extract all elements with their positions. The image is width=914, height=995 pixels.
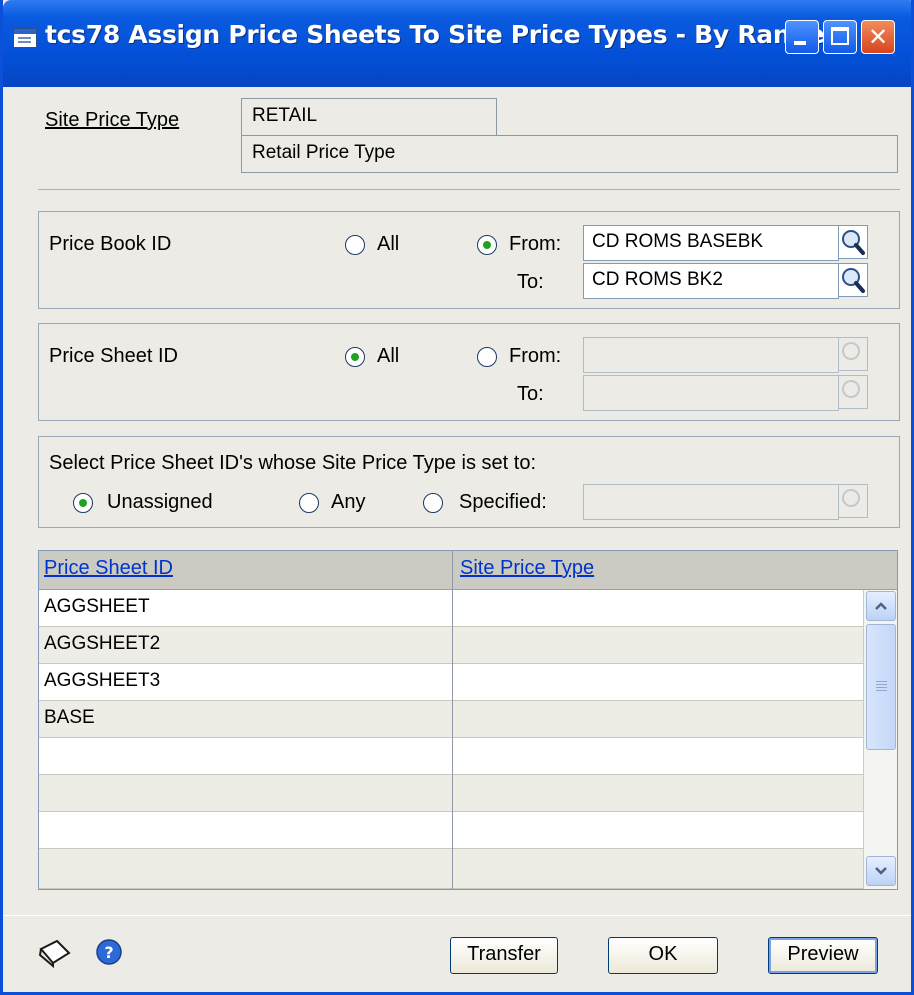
transfer-button[interactable]: Transfer: [450, 937, 558, 974]
site-price-type-link[interactable]: Site Price Type: [45, 109, 179, 132]
note-paper-icon: [38, 939, 71, 969]
table-row[interactable]: AGGSHEET2: [39, 627, 863, 664]
lookup-magnifier-icon: [842, 342, 860, 360]
title-bar[interactable]: tcs78 Assign Price Sheets To Site Price …: [3, 0, 911, 87]
table-row[interactable]: [39, 849, 863, 889]
scroll-down-button[interactable]: [866, 856, 896, 886]
filter-prompt: Select Price Sheet ID's whose Site Price…: [49, 452, 537, 474]
table-row[interactable]: BASE: [39, 701, 863, 738]
filter-unassigned-radio[interactable]: [73, 493, 93, 513]
chevron-up-icon: [875, 602, 887, 610]
price-book-to-label: To:: [517, 271, 544, 293]
price-sheet-label: Price Sheet ID: [49, 345, 178, 367]
grid-header: Price Sheet ID Site Price Type: [39, 551, 897, 590]
minimize-button[interactable]: [785, 20, 819, 54]
lookup-magnifier-icon: [842, 489, 860, 507]
maximize-button[interactable]: [823, 20, 857, 54]
note-icon[interactable]: [35, 935, 75, 969]
cell-price-sheet-id: AGGSHEET: [44, 596, 150, 617]
section-divider: [38, 189, 900, 190]
table-row[interactable]: [39, 812, 863, 849]
price-sheet-to-label: To:: [517, 383, 544, 405]
price-book-from-lookup-button[interactable]: [838, 225, 868, 259]
maximize-icon: [831, 27, 849, 45]
price-book-all-label: All: [377, 233, 400, 255]
price-sheet-to-input[interactable]: [583, 375, 839, 411]
scroll-thumb[interactable]: [866, 624, 896, 750]
price-book-to-lookup-button[interactable]: [838, 263, 868, 297]
price-sheet-grid: Price Sheet ID Site Price Type AGGSHEET …: [38, 550, 898, 890]
price-book-to-input[interactable]: CD ROMS BK2: [583, 263, 839, 299]
cell-price-sheet-id: BASE: [44, 707, 95, 728]
price-book-from-radio[interactable]: [477, 235, 497, 255]
close-icon: ✕: [867, 23, 889, 51]
filter-specified-radio[interactable]: [423, 493, 443, 513]
price-sheet-all-radio[interactable]: [345, 347, 365, 367]
filter-specified-input[interactable]: [583, 484, 839, 520]
price-sheet-to-lookup-button[interactable]: [838, 375, 868, 409]
price-sheet-from-radio[interactable]: [477, 347, 497, 367]
price-sheet-from-input[interactable]: [583, 337, 839, 373]
preview-button[interactable]: Preview: [768, 937, 878, 974]
lookup-magnifier-icon: [842, 380, 860, 398]
site-price-type-value: RETAIL: [241, 98, 497, 136]
price-sheet-from-lookup-button[interactable]: [838, 337, 868, 371]
filter-any-label: Any: [331, 491, 366, 513]
price-book-label: Price Book ID: [49, 233, 172, 255]
filter-unassigned-label: Unassigned: [107, 491, 213, 513]
grid-vertical-scrollbar[interactable]: [863, 590, 897, 889]
window-title: tcs78 Assign Price Sheets To Site Price …: [45, 20, 825, 49]
site-price-type-description: Retail Price Type: [241, 135, 898, 173]
scroll-up-button[interactable]: [866, 591, 896, 621]
column-header-site-price-type[interactable]: Site Price Type: [460, 557, 594, 580]
price-book-from-label: From:: [509, 233, 562, 255]
filter-specified-lookup-button[interactable]: [838, 484, 868, 518]
scroll-grip-icon: [876, 681, 887, 682]
price-book-from-input[interactable]: CD ROMS BASEBK: [583, 225, 839, 261]
price-sheet-from-label: From:: [509, 345, 562, 367]
lookup-magnifier-icon: [842, 230, 865, 255]
dialog-content: Site Price Type RETAIL Retail Price Type…: [3, 87, 911, 992]
column-divider: [452, 551, 453, 889]
help-question-icon: ?: [96, 939, 122, 965]
close-button[interactable]: ✕: [861, 20, 895, 54]
cell-price-sheet-id: AGGSHEET2: [44, 633, 161, 654]
cell-price-sheet-id: AGGSHEET3: [44, 670, 161, 691]
table-row[interactable]: AGGSHEET3: [39, 664, 863, 701]
svg-text:?: ?: [104, 943, 113, 962]
dialog-window: tcs78 Assign Price Sheets To Site Price …: [0, 0, 914, 995]
column-header-price-sheet-id[interactable]: Price Sheet ID: [44, 557, 173, 580]
table-row[interactable]: [39, 738, 863, 775]
window-icon: [13, 28, 37, 48]
chevron-down-icon: [875, 867, 887, 875]
price-sheet-all-label: All: [377, 345, 400, 367]
filter-any-radio[interactable]: [299, 493, 319, 513]
price-book-all-radio[interactable]: [345, 235, 365, 255]
filter-specified-label: Specified:: [459, 491, 547, 513]
footer-divider: [3, 915, 911, 916]
ok-button[interactable]: OK: [608, 937, 718, 974]
lookup-magnifier-icon: [842, 268, 865, 293]
table-row[interactable]: [39, 775, 863, 812]
minimize-icon: [794, 41, 806, 45]
help-icon[interactable]: ?: [95, 938, 123, 966]
table-row[interactable]: AGGSHEET: [39, 590, 863, 627]
